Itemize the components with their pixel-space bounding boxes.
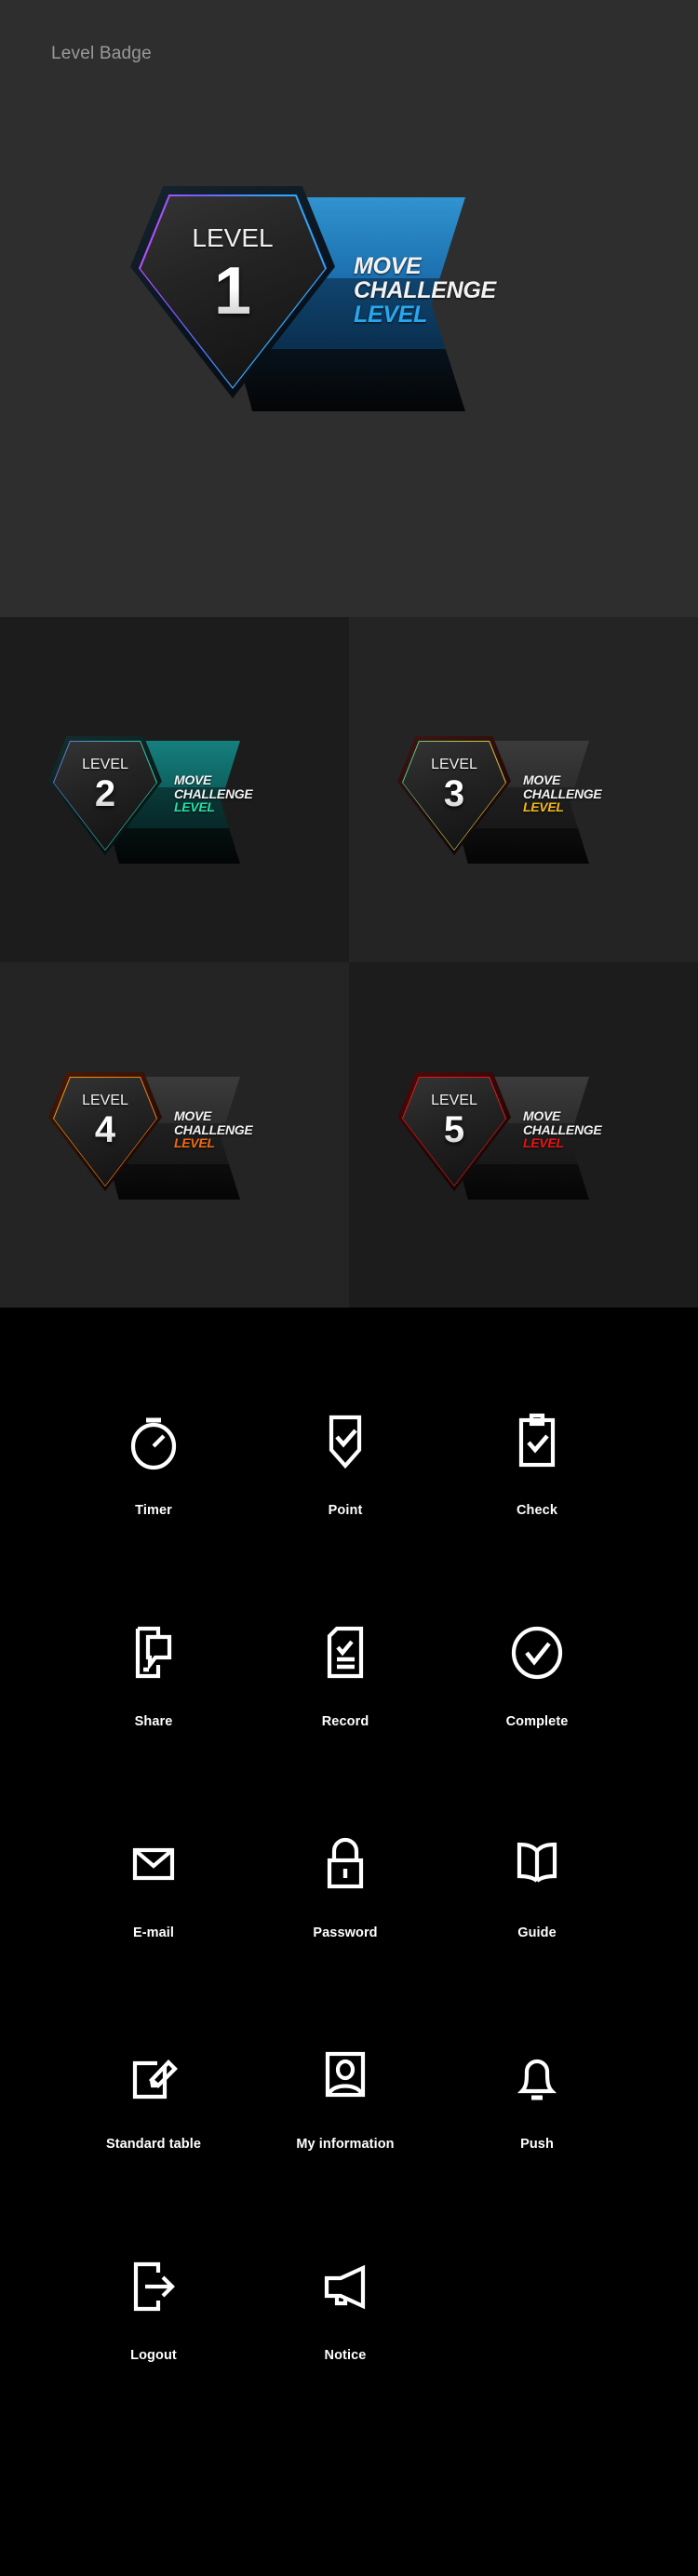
icon-label: Point — [328, 1503, 363, 1518]
clipboard-check-icon — [511, 1389, 563, 1494]
badge-cell-level-3[interactable]: MOVE CHALLENGE LEVEL LEVEL 3 — [349, 617, 698, 962]
badge-ribbon-text: MOVE CHALLENGE LEVEL — [354, 254, 496, 327]
badge-ribbon-text: MOVE CHALLENGE LEVEL — [523, 1108, 602, 1151]
badge-cell-level-2[interactable]: MOVE CHALLENGE LEVEL LEVEL 2 — [0, 617, 349, 962]
shield-check-icon — [319, 1389, 371, 1494]
pencil-edit-icon — [127, 2023, 181, 2127]
icon-item-point[interactable]: Point — [249, 1389, 441, 1601]
ribbon-line-3: LEVEL — [174, 1135, 215, 1151]
icon-label: Password — [313, 1925, 378, 1940]
badge-variant-grid: MOVE CHALLENGE LEVEL LEVEL 2 MOVE CHALLE… — [0, 617, 698, 1308]
circle-check-icon — [510, 1601, 564, 1705]
badge-ribbon-text: MOVE CHALLENGE LEVEL — [174, 772, 253, 815]
lock-icon — [319, 1812, 371, 1916]
icon-item-timer[interactable]: Timer — [58, 1389, 249, 1601]
icon-item-logout[interactable]: Logout — [58, 2234, 249, 2446]
icon-label: E-mail — [132, 1925, 175, 1940]
icon-row: Logout Notice — [0, 2234, 698, 2446]
ribbon-line-2: CHALLENGE — [523, 1121, 602, 1137]
envelope-icon — [127, 1812, 181, 1916]
badge-level-word: LEVEL — [82, 1093, 128, 1108]
hero-section: Level Badge MOVE CHALLENGE LEVEL LEVEL 1 — [0, 0, 698, 617]
page-title: Level Badge — [51, 44, 152, 63]
ribbon-line-2: CHALLENGE — [523, 785, 602, 801]
icon-label: Check — [516, 1503, 558, 1518]
icon-row: Timer Point Check — [0, 1389, 698, 1601]
icon-label: Logout — [130, 2348, 177, 2363]
icon-label: Record — [321, 1714, 369, 1729]
icon-label: Notice — [324, 2348, 367, 2363]
badge-ribbon-text: MOVE CHALLENGE LEVEL — [174, 1108, 253, 1151]
ribbon-line-1: MOVE — [354, 253, 422, 279]
open-book-icon — [510, 1812, 564, 1916]
icon-item-check[interactable]: Check — [441, 1389, 633, 1601]
document-check-icon — [319, 1601, 371, 1705]
icon-item-empty — [441, 2234, 633, 2446]
bell-icon — [511, 2023, 563, 2127]
ribbon-line-1: MOVE — [174, 772, 212, 787]
stopwatch-icon — [128, 1389, 180, 1494]
level-badge-2[interactable]: MOVE CHALLENGE LEVEL LEVEL 2 — [48, 736, 253, 866]
ribbon-line-2: CHALLENGE — [354, 277, 496, 303]
icon-item-standard-table[interactable]: Standard table — [58, 2023, 249, 2234]
logout-door-icon — [127, 2234, 181, 2339]
badge-ribbon-text: MOVE CHALLENGE LEVEL — [523, 772, 602, 815]
badge-level-word: LEVEL — [431, 1093, 477, 1108]
icon-item-push[interactable]: Push — [441, 2023, 633, 2234]
level-badge-5[interactable]: MOVE CHALLENGE LEVEL LEVEL 5 — [397, 1072, 602, 1202]
icon-item-notice[interactable]: Notice — [249, 2234, 441, 2446]
user-portrait-icon — [319, 2023, 371, 2127]
ribbon-line-1: MOVE — [523, 772, 561, 787]
icon-item-guide[interactable]: Guide — [441, 1812, 633, 2023]
icon-set-section: Timer Point Check Share Record Complete … — [0, 1308, 698, 2576]
ribbon-line-2: CHALLENGE — [174, 785, 253, 801]
icon-label: Push — [520, 2137, 554, 2152]
megaphone-icon — [318, 2234, 372, 2339]
phone-share-icon — [128, 1601, 180, 1705]
ribbon-line-3: LEVEL — [523, 1135, 564, 1151]
badge-level-word: LEVEL — [192, 223, 274, 252]
icon-item-record[interactable]: Record — [249, 1601, 441, 1812]
ribbon-line-1: MOVE — [523, 1108, 561, 1123]
icon-item-share[interactable]: Share — [58, 1601, 249, 1812]
icon-item-password[interactable]: Password — [249, 1812, 441, 2023]
icon-item-email[interactable]: E-mail — [58, 1812, 249, 2023]
icon-label: My information — [296, 2137, 395, 2152]
icon-label: Guide — [517, 1925, 557, 1940]
level-badge-3[interactable]: MOVE CHALLENGE LEVEL LEVEL 3 — [397, 736, 602, 866]
badge-cell-level-5[interactable]: MOVE CHALLENGE LEVEL LEVEL 5 — [349, 962, 698, 1308]
badge-cell-level-4[interactable]: MOVE CHALLENGE LEVEL LEVEL 4 — [0, 962, 349, 1308]
level-badge-1[interactable]: MOVE CHALLENGE LEVEL LEVEL 1 — [130, 186, 496, 419]
icon-label: Share — [134, 1714, 173, 1729]
ribbon-line-3: LEVEL — [354, 302, 428, 328]
ribbon-line-1: MOVE — [174, 1108, 212, 1123]
icon-label: Standard table — [105, 2137, 202, 2152]
badge-level-word: LEVEL — [431, 757, 477, 772]
icon-item-complete[interactable]: Complete — [441, 1601, 633, 1812]
icon-row: Share Record Complete — [0, 1601, 698, 1812]
icon-row: Standard table My information Push — [0, 2023, 698, 2234]
ribbon-line-3: LEVEL — [523, 799, 564, 815]
icon-label: Timer — [135, 1503, 172, 1518]
ribbon-line-2: CHALLENGE — [174, 1121, 253, 1137]
level-badge-4[interactable]: MOVE CHALLENGE LEVEL LEVEL 4 — [48, 1072, 253, 1202]
ribbon-line-3: LEVEL — [174, 799, 215, 815]
badge-level-word: LEVEL — [82, 757, 128, 772]
icon-label: Complete — [505, 1714, 569, 1729]
icon-row: E-mail Password Guide — [0, 1812, 698, 2023]
icon-item-my-information[interactable]: My information — [249, 2023, 441, 2234]
